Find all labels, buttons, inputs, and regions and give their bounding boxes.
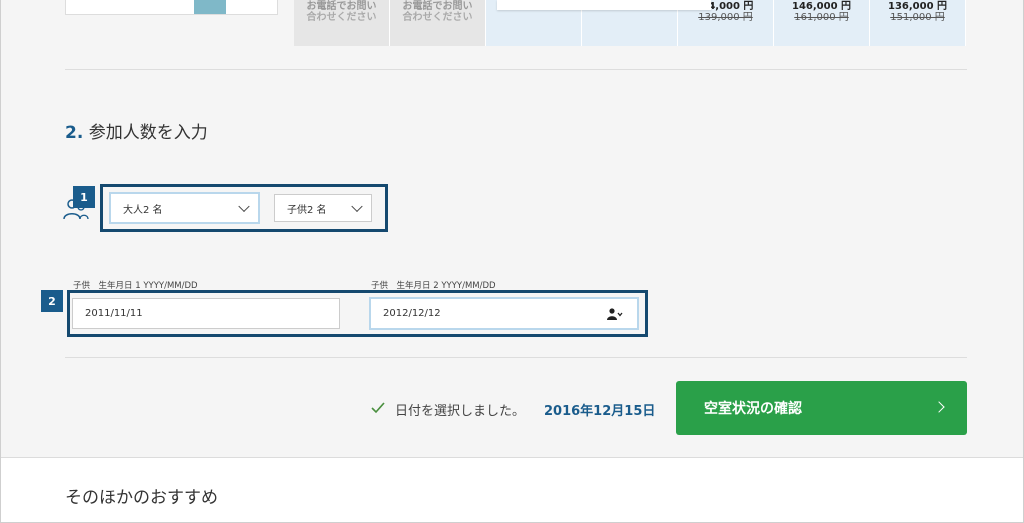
child2-birthdate-input[interactable]: 2012/12/12 xyxy=(369,297,639,330)
chevron-down-icon xyxy=(351,200,363,213)
price-cell-price: 146,000 円 xyxy=(791,1,852,12)
step-badge-1: 1 xyxy=(73,186,95,208)
price-cell-label: 合わせください xyxy=(306,12,377,23)
divider xyxy=(65,357,967,358)
chevron-right-icon xyxy=(933,401,945,413)
price-cell[interactable]: お電話でお問い 合わせください xyxy=(294,0,390,46)
chevron-down-icon xyxy=(238,200,250,213)
recommendations-title: そのほかのおすすめ xyxy=(65,488,218,508)
date-selected-message: 日付を選択しました。 xyxy=(395,404,526,419)
price-cell[interactable]: 146,000 円 161,000 円 xyxy=(774,0,870,46)
price-cell[interactable]: お電話でお問い 合わせください xyxy=(390,0,486,46)
check-availability-label: 空室状況の確認 xyxy=(704,401,802,417)
children-select-value: 子供2 名 xyxy=(287,204,327,216)
image-fragment xyxy=(194,0,226,14)
price-cell-old-price: 151,000 円 xyxy=(890,12,945,23)
price-cell-top: お電話でお問い xyxy=(306,1,377,12)
child1-birthdate-value: 2011/11/11 xyxy=(85,308,143,319)
price-cell-label: 合わせください xyxy=(402,12,473,23)
section-title: 2. 参加人数を入力 xyxy=(65,118,208,143)
price-cell-old-price: 161,000 円 xyxy=(794,12,849,23)
price-cell[interactable]: 136,000 円 151,000 円 xyxy=(870,0,966,46)
section-title-text: 参加人数を入力 xyxy=(88,123,208,143)
adults-select-value: 大人2 名 xyxy=(123,204,163,216)
selected-date: 2016年12月15日 xyxy=(544,404,656,419)
hotel-image-thumbnail xyxy=(65,0,278,15)
divider xyxy=(65,69,967,70)
price-cell-top: お電話でお問い xyxy=(402,1,473,12)
price-cell-price: 136,000 円 xyxy=(887,1,948,12)
step-badge-2: 2 xyxy=(41,290,63,312)
child2-birthdate-value: 2012/12/12 xyxy=(383,308,441,319)
adults-select[interactable]: 大人2 名 xyxy=(109,192,260,224)
child1-birthdate-input[interactable]: 2011/11/11 xyxy=(72,298,340,329)
check-availability-button[interactable]: 空室状況の確認 xyxy=(676,381,967,435)
check-icon xyxy=(371,402,385,414)
person-autofill-icon[interactable] xyxy=(607,308,623,320)
children-select[interactable]: 子供2 名 xyxy=(274,194,372,222)
calendar-tooltip xyxy=(497,0,711,10)
section-number: 2. xyxy=(65,123,84,143)
price-cell-old-price: 139,000 円 xyxy=(698,12,753,23)
